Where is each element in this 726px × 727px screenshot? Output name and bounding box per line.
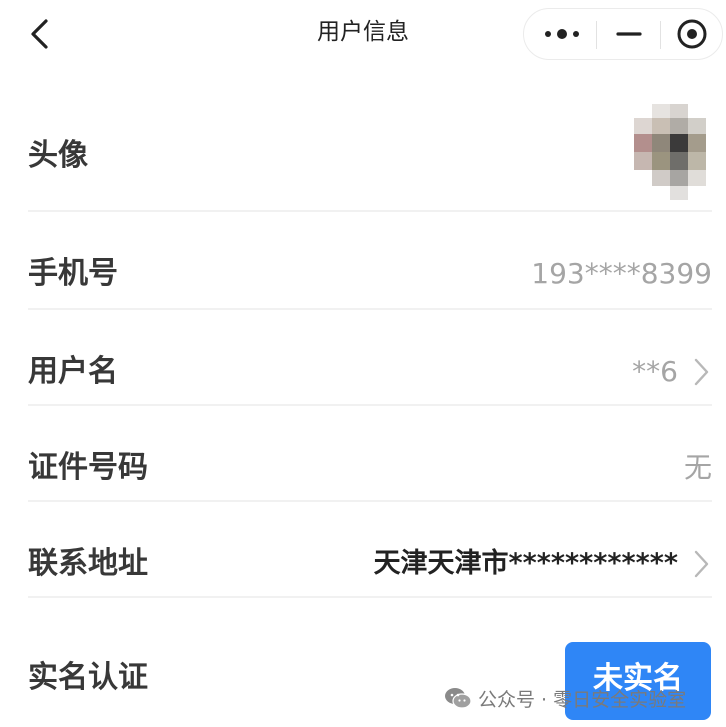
chevron-right-icon: [694, 550, 709, 578]
capsule-divider: [660, 21, 661, 49]
capsule-divider: [596, 21, 597, 49]
avatar[interactable]: [634, 104, 712, 200]
real-name-label: 实名认证: [28, 660, 148, 695]
more-button[interactable]: [536, 15, 588, 53]
address-label: 联系地址: [28, 546, 148, 581]
minimize-button[interactable]: [602, 15, 654, 53]
chevron-right-icon: [694, 358, 709, 386]
mini-program-capsule: [523, 8, 723, 60]
username-row[interactable]: 用户名 **6: [28, 310, 712, 406]
id-number-row: 证件号码 无: [28, 406, 712, 502]
phone-row: 手机号 193****8399: [28, 212, 712, 310]
more-dots-icon: [545, 29, 579, 39]
address-value: 天津天津市************: [373, 548, 678, 579]
username-value: **6: [632, 355, 678, 388]
watermark-text: 公众号 · 零日安全实验室: [478, 688, 687, 711]
close-button[interactable]: [666, 15, 718, 53]
target-close-icon: [677, 19, 707, 49]
avatar-row[interactable]: 头像: [28, 96, 712, 212]
username-label: 用户名: [28, 354, 118, 389]
user-info-page: 用户信息 头像 手机号 193****8399 用户名 **6 证件号码 无 联…: [0, 0, 726, 727]
address-row[interactable]: 联系地址 天津天津市************: [28, 502, 712, 598]
avatar-label: 头像: [28, 138, 88, 173]
phone-label: 手机号: [28, 256, 118, 291]
wechat-icon: [445, 688, 472, 709]
phone-value: 193****8399: [531, 257, 712, 290]
minimize-icon: [616, 32, 642, 36]
navigation-bar: 用户信息: [0, 0, 726, 66]
id-number-label: 证件号码: [28, 450, 148, 485]
watermark: 公众号 · 零日安全实验室: [444, 683, 686, 713]
id-number-value: 无: [683, 451, 712, 484]
avatar-image: [634, 104, 706, 200]
